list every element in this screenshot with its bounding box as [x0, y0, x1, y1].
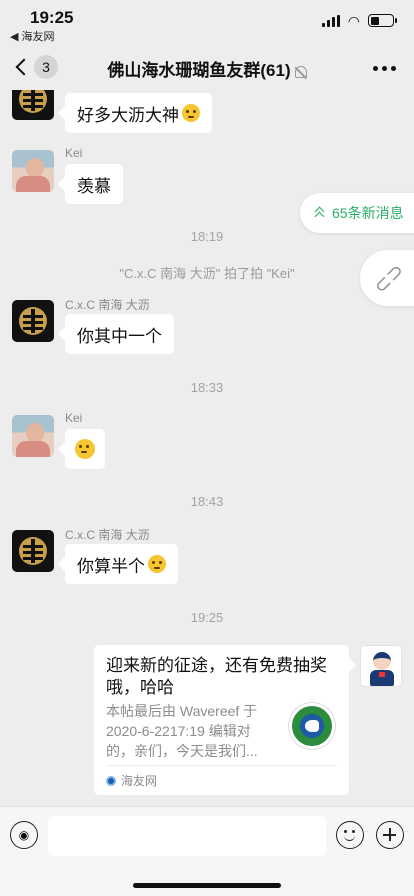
battery-icon [368, 14, 397, 27]
chat-header: 3 佛山海水珊瑚鱼友群(61) [0, 44, 414, 90]
mute-bell-icon [294, 65, 307, 78]
emoji-icon[interactable] [336, 821, 364, 849]
more-icon[interactable] [373, 66, 396, 71]
link-icon: ⊂⊃ [369, 258, 409, 298]
group-name: 佛山海水珊瑚鱼友群(61) [107, 61, 291, 80]
message-bubble[interactable]: 好多大沥大神 [65, 93, 212, 133]
thinking-emoji-icon [182, 104, 200, 122]
divider [106, 765, 337, 766]
signal-icon [321, 14, 340, 27]
source-name: 海友网 [121, 774, 158, 788]
avatar[interactable] [12, 415, 54, 457]
message-text: 好多大沥大神 [77, 105, 179, 125]
home-indicator [133, 883, 281, 888]
link-button[interactable]: ⊂⊃ [360, 250, 414, 306]
sender-name: C.x.C 南海 大沥 [65, 528, 150, 542]
new-messages-label: 65条新消息 [332, 205, 404, 221]
message-input[interactable] [48, 816, 326, 856]
avatar[interactable] [12, 300, 54, 342]
new-messages-button[interactable]: 65条新消息 [300, 193, 414, 233]
link-card[interactable]: 迎来新的征途，还有免费抽奖哦，哈哈 本帖最后由 Wavereef 于 2020-… [94, 645, 349, 795]
message-bubble[interactable]: 你其中一个 [65, 314, 174, 354]
message-bubble[interactable] [65, 429, 105, 469]
sender-name: Kei [65, 146, 83, 160]
timestamp: 18:33 [190, 380, 224, 395]
status-time: 19:25 [30, 8, 74, 27]
link-card-source: 海友网 [106, 772, 157, 789]
status-bar: 19:25 ◀ 海友网 ◠ [0, 0, 414, 44]
avatar[interactable] [360, 645, 402, 687]
message-text: 你算半个 [77, 556, 145, 576]
back-to-app-link[interactable]: ◀ 海友网 [10, 28, 55, 44]
flushed-emoji-icon [75, 439, 95, 459]
system-notice: "C.x.C 南海 大沥" 拍了拍 "Kei" [119, 266, 295, 281]
thinking-emoji-icon [148, 555, 166, 573]
avatar[interactable] [12, 150, 54, 192]
timestamp: 19:25 [190, 610, 224, 625]
status-icons: ◠ [321, 12, 397, 29]
source-logo-icon [106, 775, 116, 786]
double-up-arrow-icon [314, 206, 326, 222]
chat-title: 佛山海水珊瑚鱼友群(61) [0, 56, 414, 81]
avatar[interactable] [12, 90, 54, 120]
link-card-description: 本帖最后由 Wavereef 于 2020-6-2217:19 编辑对的，亲们，… [106, 703, 258, 759]
message-bubble[interactable]: 羡慕 [65, 164, 123, 204]
message-list[interactable]: 好多大沥大神 Kei 羡慕 18:19 "C.x.C 南海 大沥" 拍了拍 "K… [0, 90, 414, 806]
sender-name: C.x.C 南海 大沥 [65, 298, 150, 312]
link-card-title: 迎来新的征途，还有免费抽奖哦，哈哈 [106, 656, 327, 697]
wifi-icon: ◠ [347, 12, 360, 29]
plus-icon[interactable] [376, 821, 404, 849]
message-bubble[interactable]: 你算半个 [65, 544, 178, 584]
sender-name: Kei [65, 411, 83, 425]
link-card-thumbnail [289, 703, 335, 749]
message-text: 羡慕 [77, 176, 111, 196]
timestamp: 18:43 [190, 494, 224, 509]
input-bar: ◉ [0, 806, 414, 896]
avatar[interactable] [12, 530, 54, 572]
message-text: 你其中一个 [77, 326, 162, 346]
voice-icon[interactable]: ◉ [10, 821, 38, 849]
